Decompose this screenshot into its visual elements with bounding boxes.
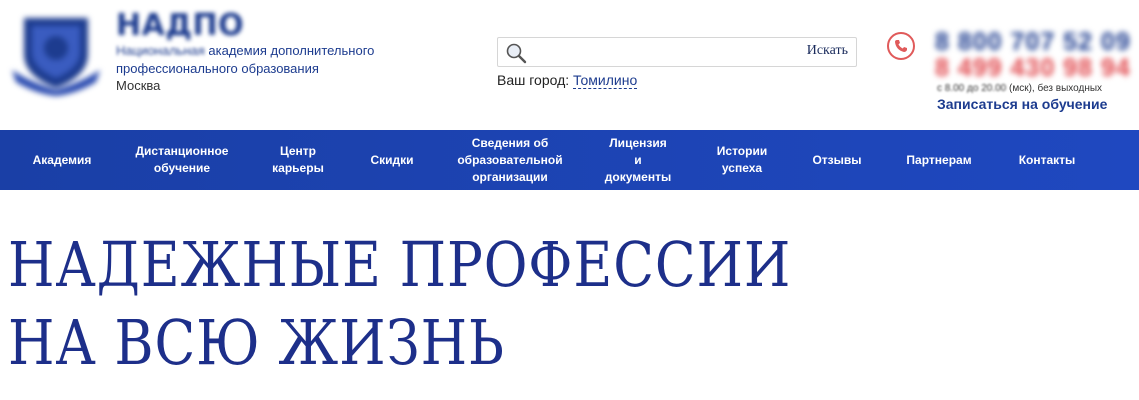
hero-title-line2: НА ВСЮ ЖИЗНЬ: [8, 306, 505, 379]
brand-description-line2: профессионального образования: [116, 61, 319, 76]
working-hours: с 8.00 до 20.00 (мск), без выходных: [937, 83, 1102, 94]
site-header: НАДПО Национальная академия дополнительн…: [0, 0, 1139, 130]
nav-item-success-stories[interactable]: Истории успеха: [700, 130, 784, 190]
search-icon: [506, 43, 527, 64]
academy-emblem-icon[interactable]: [10, 10, 102, 96]
hero-title: НАДЕЖНЫЕ ПРОФЕССИИ НА ВСЮ ЖИЗНЬ: [8, 226, 791, 382]
hours-blurred: с 8.00 до 20.00: [937, 83, 1007, 94]
brand-block: НАДПО Национальная академия дополнительн…: [116, 10, 416, 94]
brand-description: Национальная академия дополнительного: [116, 42, 416, 60]
nav-item-reviews[interactable]: Отзывы: [798, 130, 876, 190]
nav-item-contacts[interactable]: Контакты: [1004, 130, 1090, 190]
phone-icon: [887, 32, 915, 60]
city-link[interactable]: Томилино: [573, 72, 638, 89]
hours-rest: (мск), без выходных: [1006, 83, 1103, 94]
city-selector: Ваш город: Томилино: [497, 72, 638, 89]
phone-number-secondary[interactable]: 8 499 430 98 94: [935, 54, 1131, 83]
brand-name[interactable]: НАДПО: [116, 10, 416, 42]
phone-number-primary[interactable]: 8 800 707 52 09: [935, 28, 1131, 57]
brand-desc-rest: академия дополнительного: [204, 43, 375, 58]
city-label: Ваш город:: [497, 72, 570, 88]
enroll-link[interactable]: Записаться на обучение: [937, 96, 1107, 112]
hero-title-line1: НАДЕЖНЫЕ ПРОФЕССИИ: [8, 228, 792, 301]
search-input[interactable]: [532, 42, 782, 64]
nav-item-academy[interactable]: Академия: [14, 130, 110, 190]
search-button[interactable]: Искать: [807, 43, 848, 59]
nav-item-career-center[interactable]: Центр карьеры: [256, 130, 340, 190]
brand-city: Москва: [116, 78, 161, 93]
nav-item-distance-learning[interactable]: Дистанционное обучение: [122, 130, 242, 190]
brand-desc-blurred: Национальная: [116, 43, 205, 58]
nav-item-organization-info[interactable]: Сведения об образовательной организации: [446, 130, 574, 190]
main-nav: Академия Дистанционное обучение Центр ка…: [0, 130, 1139, 190]
search-box: Искать: [497, 37, 857, 67]
nav-item-license-documents[interactable]: Лицензия и документы: [590, 130, 686, 190]
nav-item-discounts[interactable]: Скидки: [352, 130, 432, 190]
nav-item-partners[interactable]: Партнерам: [890, 130, 988, 190]
